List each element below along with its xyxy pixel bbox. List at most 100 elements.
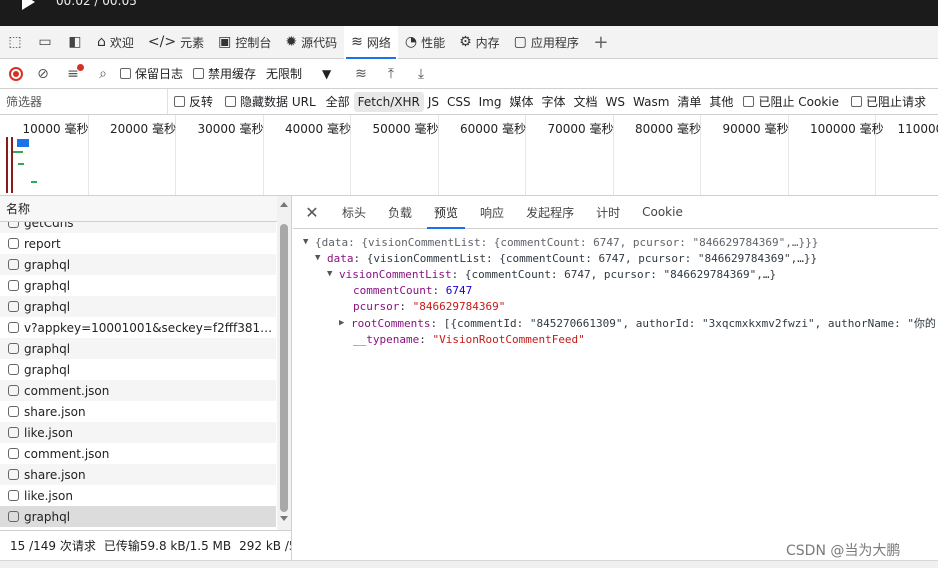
detail-tab[interactable]: 负载 (377, 196, 423, 229)
filter-type-button[interactable]: 媒体 (505, 92, 537, 112)
disable-cache-checkbox[interactable]: 禁用缓存 (193, 65, 256, 82)
request-row[interactable]: graphql (0, 275, 276, 296)
filter-type-button[interactable]: CSS (443, 92, 475, 112)
filter-type-button[interactable]: WS (602, 92, 629, 112)
tab-memory[interactable]: ⚙ 内存 (452, 26, 507, 59)
request-rows: getCdns report graphql graphql graphql v?appk… (0, 222, 276, 530)
filter-type-button[interactable]: 全部 (322, 92, 354, 112)
request-row[interactable]: graphql (0, 359, 276, 380)
dock-side-icon[interactable]: ◧ (60, 26, 90, 59)
request-row[interactable]: like.json (0, 422, 276, 443)
json-line-root[interactable]: ▼ {data: {visionCommentList: {commentCoun… (293, 234, 938, 250)
tab-house[interactable]: ⌂ 欢迎 (90, 26, 141, 59)
request-row[interactable]: share.json (0, 401, 276, 422)
code-icon: </> (147, 34, 177, 50)
blocked-cookies-checkbox[interactable]: 已阻止 Cookie (743, 93, 839, 110)
search-icon[interactable]: ⌕ (90, 61, 116, 87)
network-toolbar: ⊘ ≡ ⌕ 保留日志 禁用缓存 无限制 ▼ ≋ ⤒ ⤓ (0, 59, 938, 89)
detail-tab[interactable]: 响应 (469, 196, 515, 229)
json-line-pcursor: pcursor: "846629784369" (353, 300, 506, 314)
play-icon[interactable] (22, 0, 35, 10)
overview-bar (17, 139, 29, 147)
request-row[interactable]: graphql (0, 254, 276, 275)
performance-icon: ◔ (404, 34, 418, 50)
tab-bug[interactable]: ✹ 源代码 (278, 26, 344, 59)
json-line-root-comments[interactable]: ▶ rootComments: [{commentId: "84527066130… (293, 315, 938, 331)
filter-icon[interactable]: ≡ (60, 61, 86, 87)
device-emulation-icon[interactable]: ▭ (30, 26, 60, 59)
tab-console[interactable]: ▣ 控制台 (211, 26, 278, 59)
inspect-element-icon[interactable]: ⬚ (0, 26, 30, 59)
request-list-scrollbar[interactable] (277, 196, 291, 530)
preserve-log-checkbox[interactable]: 保留日志 (120, 65, 183, 82)
filter-type-button[interactable]: 文档 (570, 92, 602, 112)
request-row[interactable]: like.json (0, 485, 276, 506)
request-row[interactable]: graphql (0, 506, 276, 527)
wifi-icon: ≋ (351, 34, 363, 50)
detail-tab[interactable]: 计时 (585, 196, 631, 229)
request-type-icon (8, 343, 19, 354)
throttle-select[interactable]: 无限制 ▼ (266, 65, 344, 82)
import-har-icon[interactable]: ⤒ (378, 61, 404, 87)
tab-code[interactable]: </> 元素 (141, 26, 211, 59)
request-row[interactable]: report (0, 233, 276, 254)
json-line-data[interactable]: ▼ data: {visionCommentList: {commentCount… (293, 250, 938, 266)
detail-tab[interactable]: 预览 (423, 196, 469, 229)
overview-bar (18, 163, 24, 165)
json-line-comment-count: commentCount: 6747 (353, 284, 473, 298)
hide-data-url-checkbox[interactable]: 隐藏数据 URL (225, 93, 316, 110)
scroll-thumb[interactable] (280, 224, 288, 512)
request-name: comment.json (24, 446, 110, 461)
more-tools-icon[interactable]: + (586, 32, 616, 53)
detail-tabs: ✕ 标头 负载 预览 响应 发起程序 计时 Cookie (293, 196, 938, 229)
timeline-tick-label: 30000 毫秒 (197, 122, 264, 136)
network-overview[interactable]: 10000 毫秒 20000 毫秒 30000 毫秒 40000 毫秒 50000 毫秒… (0, 115, 938, 196)
tab-performance[interactable]: ◔ 性能 (398, 26, 452, 59)
filter-input[interactable]: 筛选器 (0, 89, 168, 114)
request-type-icon (8, 259, 19, 270)
filter-type-button[interactable]: Fetch/XHR (353, 91, 424, 112)
name-column-header[interactable]: 名称 (0, 196, 291, 222)
request-name: graphql (24, 257, 71, 272)
request-type-icon (8, 280, 19, 291)
scroll-down-icon[interactable] (280, 516, 288, 521)
request-name: like.json (24, 425, 73, 440)
detail-tab[interactable]: 标头 (331, 196, 377, 229)
scroll-up-icon[interactable] (280, 202, 288, 207)
filter-type-button[interactable]: Img (475, 92, 506, 112)
invert-checkbox[interactable]: 反转 (174, 93, 213, 110)
detail-tab[interactable]: 发起程序 (515, 196, 585, 229)
network-conditions-icon[interactable]: ≋ (348, 61, 374, 87)
clear-icon[interactable]: ⊘ (30, 61, 56, 87)
json-line-vision-comment-list[interactable]: ▼ visionCommentList: {commentCount: 6747,… (293, 266, 938, 282)
record-icon[interactable] (6, 64, 26, 84)
filter-type-button[interactable]: 清单 (673, 92, 705, 112)
video-strip: 00:02 / 00:05 (0, 0, 938, 26)
request-type-icon (8, 469, 19, 480)
bottom-drawer-edge (0, 560, 938, 568)
request-type-icon (8, 427, 19, 438)
timeline-tick-label: 90000 毫秒 (722, 122, 789, 136)
blocked-requests-checkbox[interactable]: 已阻止请求 (850, 93, 926, 110)
request-detail-panel: ✕ 标头 负载 预览 响应 发起程序 计时 Cookie ▼ {data: {visionCo… (293, 196, 938, 560)
tab-wifi[interactable]: ≋ 网络 (344, 25, 398, 59)
request-row[interactable]: graphql (0, 296, 276, 317)
request-row[interactable]: getCdns (0, 222, 276, 233)
request-row[interactable]: graphql (0, 338, 276, 359)
timeline-tick-label: 10000 毫秒 (22, 122, 89, 136)
close-icon[interactable]: ✕ (301, 201, 323, 223)
request-name: share.json (24, 467, 86, 482)
filter-type-button[interactable]: 其他 (705, 92, 737, 112)
request-row[interactable]: v?appkey=10001001&seckey=f2fff381c551a..… (0, 317, 276, 338)
detail-tab[interactable]: Cookie (631, 196, 694, 229)
filter-type-button[interactable]: 字体 (537, 92, 569, 112)
tab-application[interactable]: ▢ 应用程序 (507, 26, 586, 59)
request-count: 15 /149 次请求 (10, 539, 96, 553)
filter-type-button[interactable]: Wasm (629, 92, 673, 112)
filter-type-button[interactable]: JS (424, 92, 443, 112)
request-name: graphql (24, 362, 71, 377)
request-row[interactable]: comment.json (0, 443, 276, 464)
request-row[interactable]: comment.json (0, 380, 276, 401)
export-har-icon[interactable]: ⤓ (408, 61, 434, 87)
request-row[interactable]: share.json (0, 464, 276, 485)
